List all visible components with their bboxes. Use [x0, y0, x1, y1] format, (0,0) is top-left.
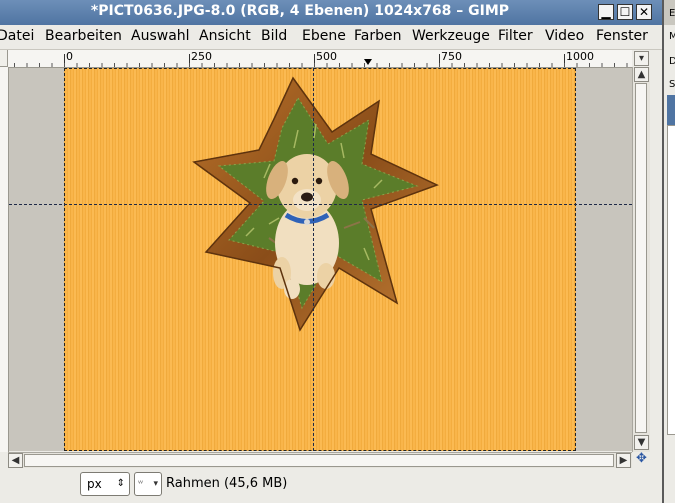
horizontal-guide[interactable]: [9, 204, 632, 205]
vertical-scroll-thumb[interactable]: [635, 83, 647, 433]
vertical-guide[interactable]: [313, 68, 314, 451]
menu-bearbeiten[interactable]: Bearbeiten: [45, 28, 122, 44]
canvas-area[interactable]: [9, 68, 632, 451]
menu-bar: Datei Bearbeiten Auswahl Ansicht Bild Eb…: [0, 25, 662, 50]
menu-video[interactable]: Video: [545, 28, 584, 44]
scroll-right-icon[interactable]: ▶: [616, 453, 631, 468]
menu-auswahl[interactable]: Auswahl: [131, 28, 190, 44]
gimp-window: *PICT0636.JPG-8.0 (RGB, 4 Ebenen) 1024x7…: [0, 0, 662, 503]
minimize-button[interactable]: ▁: [598, 4, 614, 20]
ruler-label-750: 750: [441, 50, 462, 63]
menu-datei[interactable]: Datei: [0, 28, 34, 44]
maximize-button[interactable]: ☐: [617, 4, 633, 20]
right-dock-panel[interactable]: E M D S: [662, 0, 675, 503]
menu-ebene[interactable]: Ebene: [302, 28, 346, 44]
dock-letter-3: D: [669, 56, 675, 67]
menu-fenster[interactable]: Fenster: [596, 28, 648, 44]
unit-selector[interactable]: px ⇕: [80, 472, 130, 496]
menu-bild[interactable]: Bild: [261, 28, 287, 44]
menu-arrow-icon[interactable]: ▾: [634, 51, 649, 66]
unit-chevron-icon: ⇕: [116, 478, 125, 489]
dock-selected-item[interactable]: [667, 95, 675, 125]
ruler-label-250: 250: [191, 50, 212, 63]
dock-letter-2: M: [669, 31, 675, 42]
vertical-scrollbar[interactable]: ▲ ▼: [632, 67, 650, 452]
ruler-label-0: 0: [66, 50, 73, 63]
status-message: Rahmen (45,6 MB): [166, 476, 288, 491]
title-bar[interactable]: *PICT0636.JPG-8.0 (RGB, 4 Ebenen) 1024x7…: [0, 0, 662, 25]
dock-letter-4: S: [669, 79, 675, 90]
image-canvas[interactable]: [64, 68, 576, 451]
dock-letter-1: E: [669, 8, 675, 19]
ruler-corner[interactable]: [0, 50, 8, 67]
unit-value: px: [87, 477, 102, 491]
window-title: *PICT0636.JPG-8.0 (RGB, 4 Ebenen) 1024x7…: [90, 3, 510, 19]
scroll-down-icon[interactable]: ▼: [634, 435, 649, 450]
ruler-label-1000: 1000: [566, 50, 594, 63]
zoom-value: ᵂ: [138, 479, 143, 488]
ruler-label-500: 500: [316, 50, 337, 63]
zoom-chevron-icon: ▾: [153, 479, 158, 489]
vertical-ruler[interactable]: [0, 67, 9, 452]
navigate-icon[interactable]: ✥: [634, 452, 649, 467]
menu-farben[interactable]: Farben: [354, 28, 401, 44]
scroll-left-icon[interactable]: ◀: [8, 453, 23, 468]
close-button[interactable]: ✕: [636, 4, 652, 20]
image-content: [192, 76, 439, 332]
dock-list[interactable]: [667, 125, 675, 435]
menu-filter[interactable]: Filter: [498, 28, 533, 44]
horizontal-scrollbar[interactable]: ◀ ▶: [8, 452, 632, 469]
menu-werkzeuge[interactable]: Werkzeuge: [412, 28, 490, 44]
horizontal-ruler[interactable]: 0 250 500 750 1000: [8, 50, 632, 68]
horizontal-scroll-thumb[interactable]: [24, 454, 614, 467]
scroll-up-icon[interactable]: ▲: [634, 67, 649, 82]
zoom-selector[interactable]: ᵂ ▾: [134, 472, 162, 496]
menu-ansicht[interactable]: Ansicht: [199, 28, 251, 44]
